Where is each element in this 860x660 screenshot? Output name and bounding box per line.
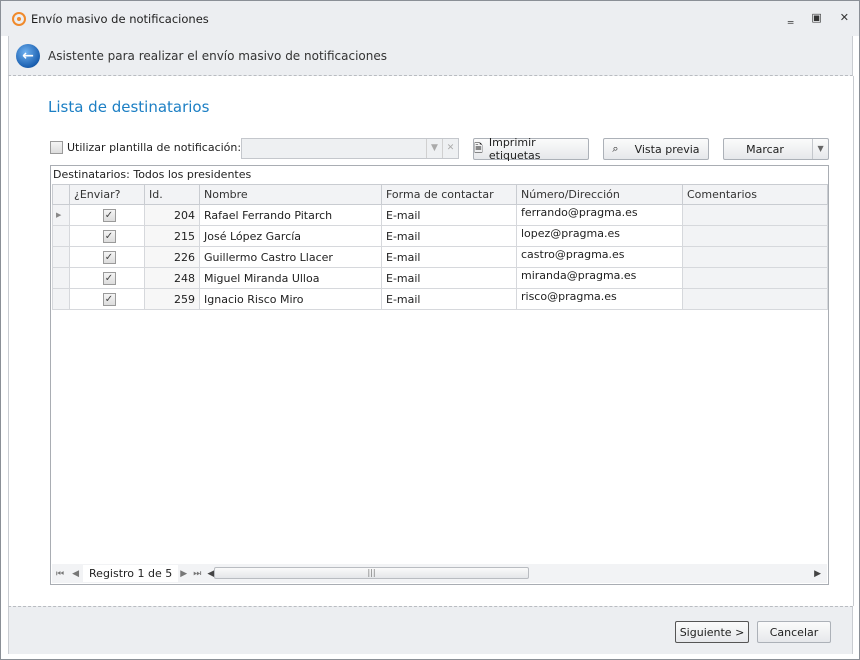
row-indicator[interactable] xyxy=(52,288,70,310)
send-checkbox[interactable]: ✓ xyxy=(102,293,116,306)
contact-cell: E-mail xyxy=(381,204,517,226)
name-cell: Miguel Miranda Ulloa xyxy=(199,267,382,289)
send-cell[interactable]: ✓ xyxy=(69,246,145,268)
column-header-contact[interactable]: Forma de contactar xyxy=(381,184,517,205)
row-indicator[interactable]: ▶ xyxy=(52,204,70,226)
id-cell: 248 xyxy=(144,267,200,289)
contact-cell: E-mail xyxy=(381,246,517,268)
divider xyxy=(853,76,854,606)
id-cell: 226 xyxy=(144,246,200,268)
address-cell: miranda@pragma.es xyxy=(516,267,683,289)
address-cell: risco@pragma.es xyxy=(516,288,683,310)
preview-label: Vista previa xyxy=(634,142,700,156)
next-button[interactable]: Siguiente > xyxy=(675,621,749,643)
contact-cell: E-mail xyxy=(381,288,517,310)
id-cell: 259 xyxy=(144,288,200,310)
row-indicator[interactable] xyxy=(52,246,70,268)
table-row[interactable]: ✓ 226 Guillermo Castro Llacer E-mail cas… xyxy=(52,246,828,268)
row-indicator[interactable] xyxy=(52,267,70,289)
wizard-title: Asistente para realizar el envío masivo … xyxy=(48,48,388,63)
horizontal-scrollbar-thumb[interactable]: ||| xyxy=(214,567,529,579)
template-combo[interactable]: ▼ ✕ xyxy=(241,138,459,159)
send-cell[interactable]: ✓ xyxy=(69,204,145,226)
id-cell: 204 xyxy=(144,204,200,226)
address-cell: castro@pragma.es xyxy=(516,246,683,268)
minimize-button[interactable]: ‗ xyxy=(788,11,794,24)
chevron-down-icon[interactable]: ▼ xyxy=(812,139,828,159)
send-cell[interactable]: ✓ xyxy=(69,288,145,310)
clear-icon[interactable]: ✕ xyxy=(442,139,458,158)
last-record-icon[interactable]: ⏭ xyxy=(193,569,201,579)
name-cell: Guillermo Castro Llacer xyxy=(199,246,382,268)
restore-button[interactable]: ▣ xyxy=(811,11,821,24)
comments-cell xyxy=(682,246,828,268)
page-title: Lista de destinatarios xyxy=(48,98,210,116)
column-header-name[interactable]: Nombre xyxy=(199,184,382,205)
back-arrow-icon[interactable]: ← xyxy=(16,43,40,68)
cancel-button[interactable]: Cancelar xyxy=(757,621,831,643)
contact-cell: E-mail xyxy=(381,225,517,247)
divider xyxy=(8,76,9,606)
close-button[interactable]: ✕ xyxy=(840,11,849,24)
comments-cell xyxy=(682,225,828,247)
name-cell: José López García xyxy=(199,225,382,247)
column-header-send[interactable]: ¿Enviar? xyxy=(69,184,145,205)
next-record-icon[interactable]: ▶ xyxy=(180,569,187,579)
send-checkbox[interactable]: ✓ xyxy=(102,272,116,285)
first-record-icon[interactable]: ⏮ xyxy=(56,569,64,579)
send-checkbox[interactable]: ✓ xyxy=(102,230,116,243)
magnifier-icon: ⌕ xyxy=(612,142,619,155)
column-header-address[interactable]: Número/Dirección xyxy=(516,184,683,205)
wizard-footer: Siguiente > Cancelar xyxy=(8,606,853,654)
template-checkbox[interactable] xyxy=(50,141,63,154)
table-row[interactable]: ✓ 248 Miguel Miranda Ulloa E-mail mirand… xyxy=(52,267,828,289)
grid-caption: Destinatarios: Todos los presidentes xyxy=(53,168,252,181)
preview-button[interactable]: ⌕ Vista previa xyxy=(603,138,709,160)
table-row[interactable]: ▶ ✓ 204 Rafael Ferrando Pitarch E-mail f… xyxy=(52,204,828,226)
mark-button[interactable]: Marcar ▼ xyxy=(723,138,829,160)
id-cell: 215 xyxy=(144,225,200,247)
address-cell: lopez@pragma.es xyxy=(516,225,683,247)
column-header-id[interactable]: Id. xyxy=(144,184,200,205)
window-title: Envío masivo de notificaciones xyxy=(31,11,209,26)
dropdown-arrow-icon[interactable]: ▼ xyxy=(426,139,442,158)
comments-cell xyxy=(682,288,828,310)
mark-label: Marcar xyxy=(746,142,784,156)
row-indicator[interactable] xyxy=(52,225,70,247)
address-cell: ferrando@pragma.es xyxy=(516,204,683,226)
record-counter: Registro 1 de 5 xyxy=(83,565,179,582)
scroll-right-icon[interactable]: ▶ xyxy=(814,569,821,579)
name-cell: Rafael Ferrando Pitarch xyxy=(199,204,382,226)
column-header-comments[interactable]: Comentarios xyxy=(682,184,828,205)
send-cell[interactable]: ✓ xyxy=(69,267,145,289)
send-cell[interactable]: ✓ xyxy=(69,225,145,247)
template-label: Utilizar plantilla de notificación: xyxy=(67,141,242,154)
title-bar: Envío masivo de notificaciones ‗ ▣ ✕ xyxy=(1,1,859,36)
comments-cell xyxy=(682,204,828,226)
print-labels-label: Imprimir etiquetas xyxy=(488,136,541,162)
window: Envío masivo de notificaciones ‗ ▣ ✕ ← A… xyxy=(0,0,860,660)
table-row[interactable]: ✓ 259 Ignacio Risco Miro E-mail risco@pr… xyxy=(52,288,828,310)
print-labels-button[interactable]: 🗎 Imprimir etiquetas xyxy=(473,136,589,162)
table-row[interactable]: ✓ 215 José López García E-mail lopez@pra… xyxy=(52,225,828,247)
send-checkbox[interactable]: ✓ xyxy=(102,209,116,222)
name-cell: Ignacio Risco Miro xyxy=(199,288,382,310)
contact-cell: E-mail xyxy=(381,267,517,289)
prev-record-icon[interactable]: ◀ xyxy=(72,569,79,579)
print-icon: 🗎 xyxy=(474,141,483,155)
template-option[interactable]: Utilizar plantilla de notificación: xyxy=(50,141,241,154)
comments-cell xyxy=(682,267,828,289)
recipients-grid: Destinatarios: Todos los presidentes ¿En… xyxy=(50,165,829,585)
grid-navigator: ⏮ ◀ Registro 1 de 5 ▶ ⏭ ◀ ||| ▶ xyxy=(52,564,827,583)
row-indicator-header xyxy=(52,184,70,205)
broadcast-icon xyxy=(12,11,26,26)
wizard-header: ← Asistente para realizar el envío masiv… xyxy=(8,36,853,76)
send-checkbox[interactable]: ✓ xyxy=(102,251,116,264)
